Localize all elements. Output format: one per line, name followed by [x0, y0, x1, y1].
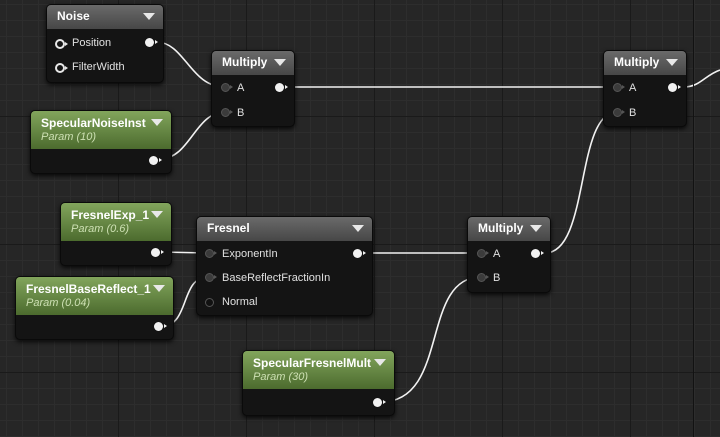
fresnel-node-header[interactable]: Fresnel	[197, 217, 372, 241]
wire-specularfresnel-to-multiply3-b	[380, 276, 482, 403]
specular-noise-inst-header[interactable]: SpecularNoiseInst Param (10)	[31, 111, 171, 149]
fresnel-base-reflect-header[interactable]: FresnelBaseReflect_1 Param (0.04)	[16, 277, 173, 315]
fresnel-exp-node[interactable]: FresnelExp_1 Param (0.6)	[60, 202, 172, 266]
specular-fresnel-mult-output-pin[interactable]	[373, 398, 386, 407]
fresnel-exp-subtitle: Param (0.6)	[71, 223, 130, 235]
specular-fresnel-mult-header[interactable]: SpecularFresnelMult Param (30)	[243, 351, 394, 389]
wire-multiply3-to-multiply2-b	[544, 111, 618, 254]
noise-output-pin[interactable]	[145, 38, 158, 47]
position-input-label: Position	[72, 37, 112, 49]
chevron-down-icon[interactable]	[374, 359, 386, 366]
multiply-node-2-title: Multiply	[614, 55, 660, 69]
multiply-node-1-title: Multiply	[222, 55, 268, 69]
fresnel-base-reflect-title: FresnelBaseReflect_1	[26, 282, 151, 296]
multiply1-a-label: A	[237, 82, 245, 94]
noise-node[interactable]: Noise Position FilterWidth	[46, 4, 164, 83]
noise-node-title: Noise	[57, 9, 90, 23]
chevron-down-icon[interactable]	[352, 225, 364, 232]
multiply2-b-pin[interactable]	[613, 108, 625, 117]
normal-label: Normal	[222, 296, 258, 308]
multiply1-output-pin[interactable]	[275, 83, 288, 92]
specular-noise-inst-node[interactable]: SpecularNoiseInst Param (10)	[30, 110, 172, 174]
filterwidth-pin[interactable]	[55, 63, 68, 73]
wire-multiply2-out	[683, 69, 720, 88]
multiply3-a-pin[interactable]	[477, 249, 489, 258]
multiply3-b-label: B	[493, 272, 501, 284]
specular-fresnel-mult-node[interactable]: SpecularFresnelMult Param (30)	[242, 350, 395, 416]
specular-noise-inst-output-pin[interactable]	[149, 156, 162, 165]
basereflectfractionin-pin[interactable]	[205, 273, 217, 282]
multiply2-output-pin[interactable]	[668, 83, 681, 92]
multiply-node-3-header[interactable]: Multiply	[468, 217, 550, 241]
specular-noise-inst-subtitle: Param (10)	[41, 131, 97, 143]
fresnel-node[interactable]: Fresnel ExponentIn BaseReflectFractionIn…	[196, 216, 373, 316]
chevron-down-icon[interactable]	[151, 211, 163, 218]
multiply3-b-pin[interactable]	[477, 273, 489, 282]
multiply2-a-pin[interactable]	[613, 83, 625, 92]
chevron-down-icon[interactable]	[274, 59, 286, 66]
fresnel-base-reflect-subtitle: Param (0.04)	[26, 297, 91, 309]
canvas-divider	[693, 0, 694, 437]
basereflectfractionin-label: BaseReflectFractionIn	[222, 272, 331, 284]
multiply-node-2[interactable]: Multiply A B	[603, 50, 687, 127]
multiply3-a-label: A	[493, 248, 501, 260]
exponentin-pin[interactable]	[205, 249, 217, 258]
exponentin-label: ExponentIn	[222, 248, 278, 260]
chevron-down-icon[interactable]	[666, 59, 678, 66]
position-pin[interactable]	[55, 39, 68, 49]
fresnel-base-reflect-node[interactable]: FresnelBaseReflect_1 Param (0.04)	[15, 276, 174, 340]
fresnel-exp-header[interactable]: FresnelExp_1 Param (0.6)	[61, 203, 171, 241]
chevron-down-icon[interactable]	[530, 225, 542, 232]
fresnel-base-reflect-output-pin[interactable]	[154, 322, 167, 331]
normal-pin[interactable]	[205, 298, 214, 307]
multiply1-a-pin[interactable]	[221, 83, 233, 92]
specular-fresnel-mult-subtitle: Param (30)	[253, 371, 309, 383]
multiply-node-3[interactable]: Multiply A B	[467, 216, 551, 293]
specular-fresnel-mult-title: SpecularFresnelMult	[253, 356, 372, 370]
fresnel-output-pin[interactable]	[353, 249, 366, 258]
specular-noise-inst-title: SpecularNoiseInst	[41, 116, 146, 130]
multiply-node-2-header[interactable]: Multiply	[604, 51, 686, 75]
fresnel-exp-title: FresnelExp_1	[71, 208, 150, 222]
fresnel-exp-output-pin[interactable]	[151, 248, 164, 257]
multiply2-a-label: A	[629, 82, 637, 94]
filterwidth-input-label: FilterWidth	[72, 61, 125, 73]
chevron-down-icon[interactable]	[143, 13, 155, 20]
multiply-node-1[interactable]: Multiply A B	[211, 50, 295, 127]
multiply1-b-label: B	[237, 107, 245, 119]
chevron-down-icon[interactable]	[153, 285, 165, 292]
multiply1-b-pin[interactable]	[221, 108, 233, 117]
multiply3-output-pin[interactable]	[531, 249, 544, 258]
multiply-node-3-title: Multiply	[478, 221, 524, 235]
noise-node-header[interactable]: Noise	[47, 5, 163, 29]
multiply2-b-label: B	[629, 107, 637, 119]
chevron-down-icon[interactable]	[151, 119, 163, 126]
fresnel-node-title: Fresnel	[207, 221, 250, 235]
multiply-node-1-header[interactable]: Multiply	[212, 51, 294, 75]
